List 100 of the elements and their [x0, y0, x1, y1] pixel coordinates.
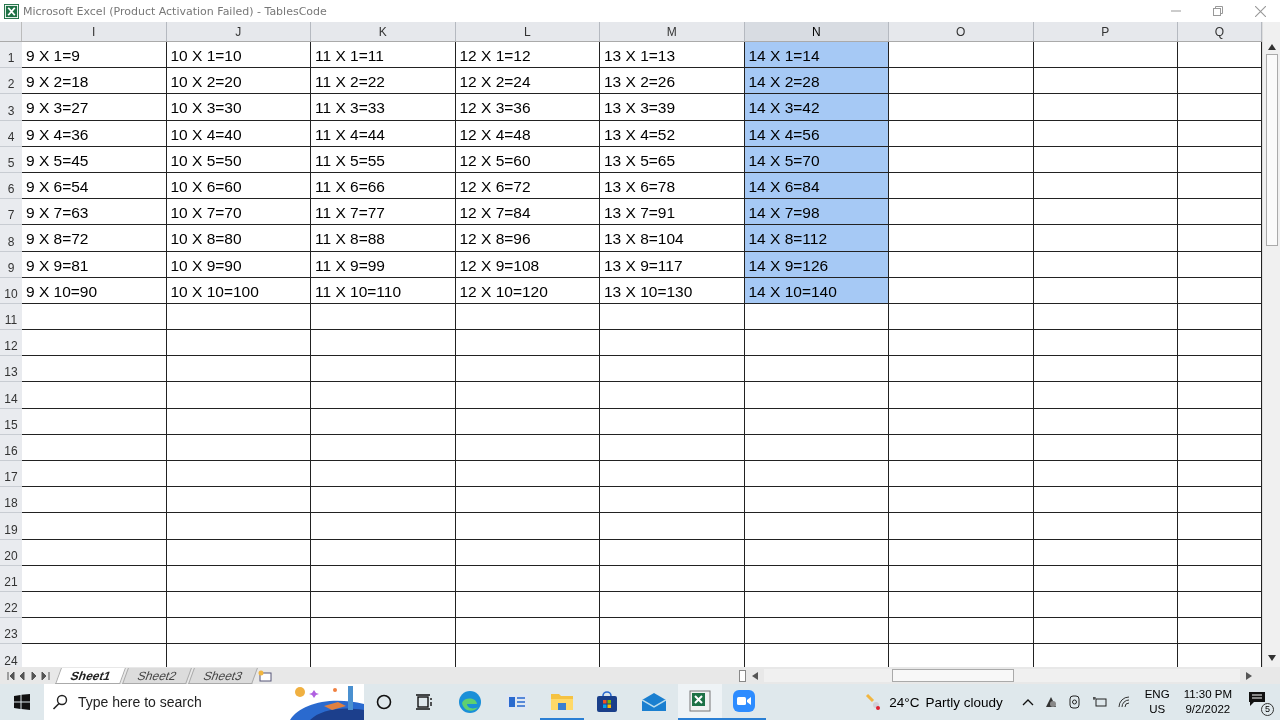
table-cell: 12 X 2=24	[455, 68, 600, 95]
table-cell: 9 X 8=72	[22, 225, 167, 252]
table-cell: 12 X 5=60	[455, 146, 600, 173]
notification-count: 5	[1261, 703, 1274, 716]
table-cell: 9 X 9=81	[22, 251, 167, 278]
column-header[interactable]: L	[455, 22, 600, 41]
table-cell: 9 X 10=90	[22, 277, 167, 304]
table-cell: 10 X 9=90	[166, 251, 311, 278]
table-cell: 11 X 1=11	[311, 42, 456, 69]
row-header[interactable]: 7	[0, 199, 22, 226]
table-cell: 13 X 4=52	[600, 120, 745, 147]
table-cell: 13 X 10=130	[600, 277, 745, 304]
table-cell: 13 X 3=39	[600, 94, 745, 121]
table-cell: 12 X 9=108	[455, 251, 600, 278]
sheet-tab[interactable]: Sheet2	[122, 667, 193, 684]
table-cell: 12 X 4=48	[455, 120, 600, 147]
window-title: Microsoft Excel (Product Activation Failed) - TablesCode	[23, 4, 327, 18]
table-cell: 10 X 6=60	[166, 172, 311, 200]
clock[interactable]: 11:30 PM 9/2/2022	[1183, 687, 1232, 717]
row-header[interactable]: 20	[0, 539, 22, 566]
table-cell: 12 X 6=72	[455, 172, 600, 200]
table-cell: 13 X 8=104	[600, 225, 745, 252]
table-cell: 12 X 3=36	[455, 94, 600, 121]
table-cell: 13 X 6=78	[600, 172, 745, 200]
table-cell: 13 X 1=13	[600, 42, 745, 69]
table-cell: 10 X 8=80	[166, 225, 311, 252]
table-cell: 10 X 7=70	[166, 199, 311, 226]
table-cell: 11 X 3=33	[311, 94, 456, 121]
table-cell: 9 X 5=45	[22, 146, 167, 173]
table-cell: 13 X 2=26	[600, 68, 745, 95]
weather-condition[interactable]: Partly cloudy	[925, 694, 1003, 710]
table-cell: 9 X 2=18	[22, 68, 167, 95]
column-header[interactable]: I	[22, 22, 167, 41]
table-cell: 14 X 8=112	[744, 225, 889, 252]
table-cell: 13 X 5=65	[600, 146, 745, 173]
row-header[interactable]: 4	[0, 120, 22, 147]
column-header[interactable]: K	[311, 22, 456, 41]
sheet-tab[interactable]: Sheet3	[188, 667, 259, 684]
table-cell: 10 X 4=40	[166, 120, 311, 147]
row-header[interactable]: 24	[0, 644, 22, 667]
table-cell: 11 X 7=77	[311, 199, 456, 226]
search-field[interactable]: Type here to search	[76, 693, 280, 711]
row-header[interactable]: 8	[0, 225, 22, 252]
table-cell: 14 X 10=140	[744, 277, 889, 304]
table-cell: 12 X 8=96	[455, 225, 600, 252]
table-cell: 10 X 1=10	[166, 42, 311, 69]
row-header[interactable]: 6	[0, 172, 22, 200]
row-header[interactable]: 14	[0, 382, 22, 409]
row-header[interactable]: 1	[0, 42, 22, 69]
table-cell: 9 X 7=63	[22, 199, 167, 226]
row-header[interactable]: 17	[0, 461, 22, 488]
row-header[interactable]: 21	[0, 565, 22, 592]
table-cell: 14 X 4=56	[744, 120, 889, 147]
row-header[interactable]: 5	[0, 146, 22, 173]
table-cell: 10 X 3=30	[166, 94, 311, 121]
table-cell: 14 X 2=28	[744, 68, 889, 95]
column-header[interactable]: O	[889, 22, 1034, 41]
column-header[interactable]: N	[744, 22, 889, 41]
row-header[interactable]: 2	[0, 68, 22, 95]
table-cell: 11 X 5=55	[311, 146, 456, 173]
column-header[interactable]: P	[1033, 22, 1178, 41]
table-cell: 10 X 2=20	[166, 68, 311, 95]
table-cell: 13 X 7=91	[600, 199, 745, 226]
table-cell: 13 X 9=117	[600, 251, 745, 278]
table-cell: 9 X 3=27	[22, 94, 167, 121]
table-cell: 14 X 9=126	[744, 251, 889, 278]
row-header[interactable]: 3	[0, 94, 22, 121]
table-cell: 14 X 3=42	[744, 94, 889, 121]
weather-temperature[interactable]: 24°C	[889, 694, 920, 710]
table-cell: 11 X 2=22	[311, 68, 456, 95]
row-header[interactable]: 22	[0, 591, 22, 619]
table-cell: 12 X 7=84	[455, 199, 600, 226]
row-header[interactable]: 9	[0, 251, 22, 278]
table-cell: 12 X 10=120	[455, 277, 600, 304]
sheet-tab[interactable]: Sheet1	[55, 667, 127, 684]
table-cell: 14 X 6=84	[744, 172, 889, 200]
row-header[interactable]: 12	[0, 330, 22, 357]
row-header[interactable]: 13	[0, 356, 22, 383]
row-header[interactable]: 11	[0, 303, 22, 331]
row-header[interactable]: 19	[0, 513, 22, 540]
row-header[interactable]: 15	[0, 408, 22, 435]
row-header[interactable]: 23	[0, 618, 22, 645]
table-cell: 9 X 4=36	[22, 120, 167, 147]
search-bar[interactable]: Type here to search	[44, 684, 364, 720]
table-cell: 11 X 4=44	[311, 120, 456, 147]
table-cell: 12 X 1=12	[455, 42, 600, 69]
table-cell: 10 X 10=100	[166, 277, 311, 304]
table-cell: 14 X 7=98	[744, 199, 889, 226]
row-header[interactable]: 18	[0, 487, 22, 514]
table-cell: 14 X 1=14	[744, 42, 889, 69]
table-cell: 11 X 9=99	[311, 251, 456, 278]
table-cell: 14 X 5=70	[744, 146, 889, 173]
table-cell: 9 X 1=9	[22, 42, 167, 69]
table-cell: 11 X 6=66	[311, 172, 456, 200]
column-header[interactable]: J	[166, 22, 311, 41]
language-indicator[interactable]: ENG US	[1144, 687, 1170, 717]
column-header[interactable]: M	[600, 22, 745, 41]
row-header[interactable]: 16	[0, 434, 22, 461]
row-header[interactable]: 10	[0, 277, 22, 304]
table-cell: 11 X 10=110	[311, 277, 456, 304]
